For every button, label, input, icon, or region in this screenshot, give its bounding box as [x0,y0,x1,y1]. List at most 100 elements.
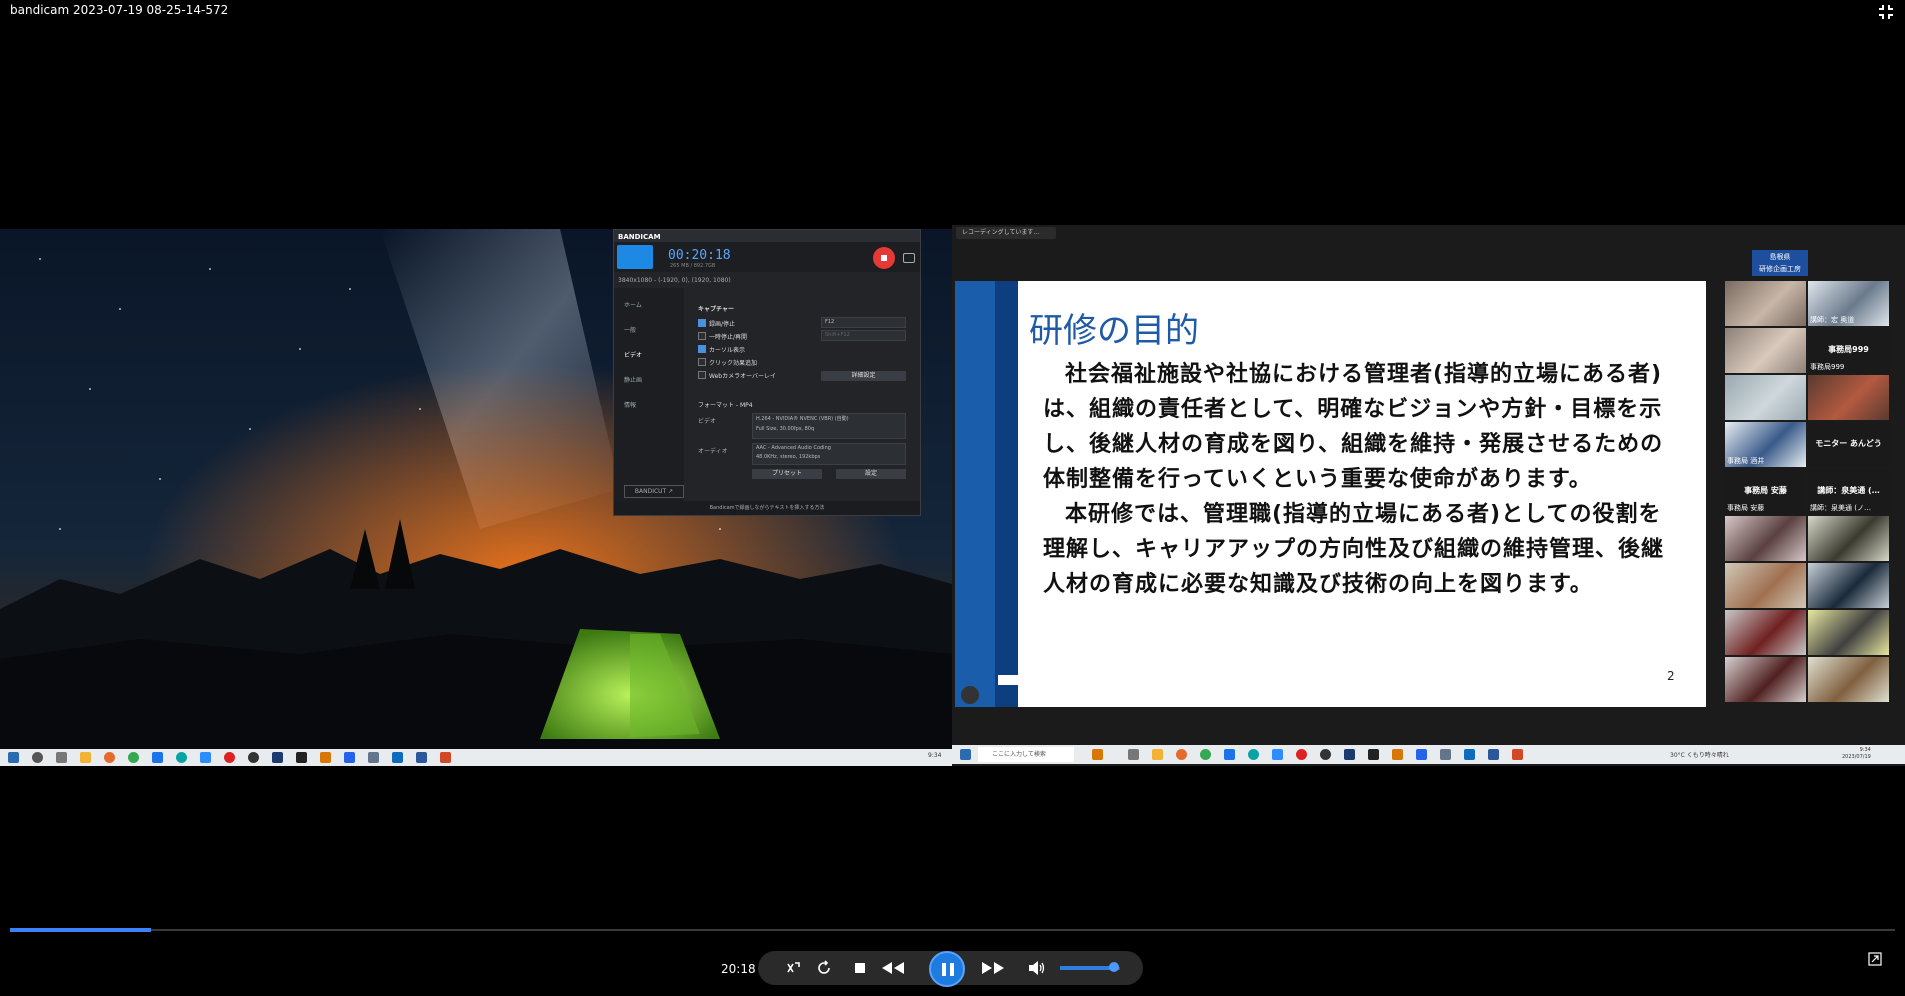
participant-name: 講師：宏 奥道 [1810,316,1855,324]
participant-tile[interactable]: モニター あんどう [1808,422,1889,467]
participant-tile[interactable] [1808,563,1889,608]
chrome-icon[interactable] [1200,749,1211,760]
participant-tile[interactable]: 事務局 酒井 [1725,422,1806,467]
app-icon[interactable] [1488,749,1499,760]
settings-button[interactable]: 設定 [836,469,906,479]
app-icon[interactable] [248,752,259,763]
chrome-icon[interactable] [128,752,139,763]
sidebar-item-image[interactable]: 静止画 [624,375,642,384]
camera-icon[interactable] [903,253,915,263]
participant-tile[interactable] [1725,563,1806,608]
participant-tile[interactable]: 事務局 安藤 事務局 安藤 [1725,469,1806,514]
skype-icon[interactable] [152,752,163,763]
powerpoint-icon[interactable] [440,752,451,763]
task-view-icon[interactable] [1128,749,1139,760]
volume-slider-thumb[interactable] [1109,962,1119,972]
bandicam-footer-link[interactable]: Bandicamで録画しながらテキストを挿入する方法 [614,501,920,515]
option-checkbox-2[interactable] [698,345,706,353]
windows-start-icon[interactable] [960,749,971,760]
volume-icon[interactable] [1028,960,1046,976]
windows-start-icon[interactable] [8,752,19,763]
org-badge: 島根県 研修企画工房 [1752,250,1808,276]
repeat-icon[interactable] [816,960,832,976]
outlook-icon[interactable] [392,752,403,763]
option-checkbox-3[interactable] [698,358,706,366]
rewind-icon[interactable] [880,960,906,976]
edge-icon[interactable] [1248,749,1259,760]
miniplayer-icon[interactable] [1868,952,1882,966]
sidebar-item-video[interactable]: ビデオ [624,350,642,359]
participant-tile[interactable] [1725,328,1806,373]
option-label-4: Webカメラオーバーレイ [709,373,777,380]
bandicam-window[interactable]: BANDICAM 00:20:18 265 MB / 892.7GB 3840x… [613,229,921,516]
app-icon[interactable] [1392,749,1403,760]
zoom-icon[interactable] [200,752,211,763]
pause-button[interactable] [929,951,965,987]
sidebar-item-general[interactable]: 一般 [624,325,636,334]
participant-tile[interactable] [1725,657,1806,702]
preset-button[interactable]: プリセット [752,469,822,479]
seek-bar[interactable] [10,929,1895,931]
annotate-pen-icon[interactable] [961,686,979,704]
app-icon[interactable] [272,752,283,763]
window-title: bandicam 2023-07-19 08-25-14-572 [10,3,229,17]
app-icon[interactable] [320,752,331,763]
outlook-icon[interactable] [1464,749,1475,760]
folder-icon[interactable] [80,752,91,763]
bandicut-button[interactable]: BANDICUT ↗ [624,485,684,498]
camera-icon[interactable] [368,752,379,763]
participant-tile[interactable] [1725,516,1806,561]
taskbar-clock-date: 2023/07/19 [1842,754,1871,760]
sidebar-item-home[interactable]: ホーム [624,300,642,309]
bandicam-titlebar[interactable]: BANDICAM [614,230,920,242]
taskbar-search-input[interactable]: ここに入力して検索 [978,747,1074,762]
participant-tile[interactable] [1725,610,1806,655]
briefcase-icon[interactable] [1092,749,1103,760]
firefox-icon[interactable] [1176,749,1187,760]
participant-tile[interactable]: 事務局999 事務局999 [1808,328,1889,373]
audio-codec-line2: 48.0KHz, stereo, 192kbps [756,454,821,460]
task-view-icon[interactable] [56,752,67,763]
app-icon[interactable] [1344,749,1355,760]
participant-tile[interactable] [1808,657,1889,702]
hotkey2-field[interactable]: Shift+F12 [821,330,906,341]
option-checkbox-0[interactable] [698,319,706,327]
hotkey-field[interactable]: F12 [821,317,906,328]
fast-forward-icon[interactable] [980,960,1006,976]
video-codec-field[interactable]: H.264 - NVIDIA® NVENC (VBR) (自動) Full Si… [752,413,906,439]
participant-tile[interactable] [1725,281,1806,326]
audio-codec-field[interactable]: AAC - Advanced Audio Coding 48.0KHz, ste… [752,443,906,465]
folder-icon[interactable] [1152,749,1163,760]
stop-record-button[interactable] [873,247,895,269]
edge-icon[interactable] [176,752,187,763]
record-icon[interactable] [224,752,235,763]
participant-tile[interactable] [1808,375,1889,420]
option-checkbox-4[interactable] [698,371,706,379]
shuffle-icon[interactable] [786,960,802,976]
zoom-icon[interactable] [1272,749,1283,760]
powerpoint-icon[interactable] [1512,749,1523,760]
weather-widget[interactable]: 30°C くもり時々晴れ [1670,750,1729,759]
app-icon[interactable] [416,752,427,763]
screen-mode-button[interactable] [617,245,653,269]
participant-tile[interactable] [1808,610,1889,655]
skype-icon[interactable] [1224,749,1235,760]
sidebar-item-about[interactable]: 情報 [624,400,636,409]
app-icon[interactable] [1416,749,1427,760]
record-icon[interactable] [1296,749,1307,760]
option-checkbox-1[interactable] [698,332,706,340]
search-icon[interactable] [32,752,43,763]
stop-icon[interactable] [853,961,867,975]
participant-tile[interactable] [1808,516,1889,561]
terminal-icon[interactable] [1368,749,1379,760]
advanced-settings-button[interactable]: 詳細設定 [821,371,906,381]
firefox-icon[interactable] [104,752,115,763]
app-icon[interactable] [1320,749,1331,760]
app-icon[interactable] [344,752,355,763]
fullscreen-exit-icon[interactable] [1877,3,1895,21]
participant-tile[interactable]: 講師：泉美通 (… 講師：泉美通 (ノ… [1808,469,1889,514]
terminal-icon[interactable] [296,752,307,763]
participant-tile[interactable] [1725,375,1806,420]
camera-icon[interactable] [1440,749,1451,760]
participant-tile[interactable]: 講師：宏 奥道 [1808,281,1889,326]
